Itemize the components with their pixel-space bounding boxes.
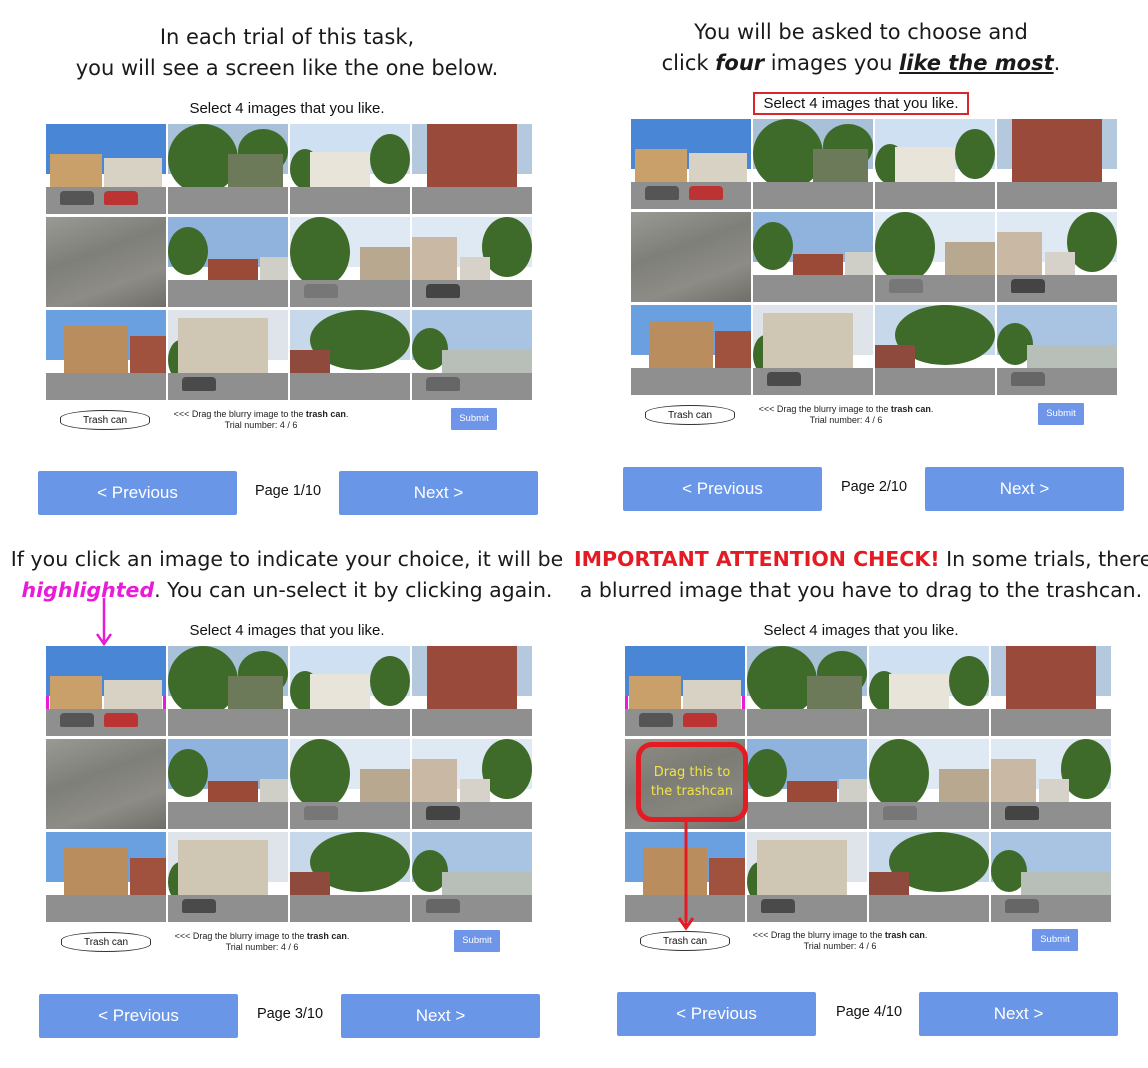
heading-line-2: highlighted. You can un-select it by cli… bbox=[21, 578, 553, 602]
street-image-tile[interactable] bbox=[412, 832, 532, 922]
street-image-tile[interactable] bbox=[747, 832, 867, 922]
emphasis-like-the-most: like the most bbox=[899, 51, 1054, 75]
submit-button[interactable]: Submit bbox=[1032, 929, 1078, 951]
street-image-tile[interactable] bbox=[991, 832, 1111, 922]
image-grid bbox=[46, 124, 532, 400]
street-image-tile[interactable] bbox=[747, 646, 867, 736]
street-image-tile[interactable] bbox=[753, 305, 873, 395]
select-instruction: Select 4 images that you like. bbox=[574, 92, 1148, 115]
heading-line-2: a blurred image that you have to drag to… bbox=[579, 578, 1143, 602]
street-image-tile[interactable] bbox=[997, 305, 1117, 395]
trial-number: Trial number: 4 / 6 bbox=[803, 941, 877, 951]
tutorial-panel-page-1: In each trial of this task, you will see… bbox=[0, 0, 574, 534]
heading-line-1: If you click an image to indicate your c… bbox=[10, 547, 564, 571]
attention-check-label: IMPORTANT ATTENTION CHECK! bbox=[574, 547, 940, 571]
street-image-tile[interactable] bbox=[412, 124, 532, 214]
next-button[interactable]: Next > bbox=[339, 471, 538, 515]
previous-button[interactable]: < Previous bbox=[617, 992, 816, 1036]
street-image-tile[interactable] bbox=[869, 832, 989, 922]
street-image-tile[interactable] bbox=[997, 212, 1117, 302]
street-image-tile[interactable] bbox=[997, 119, 1117, 209]
panel-heading: IMPORTANT ATTENTION CHECK! In some trial… bbox=[574, 544, 1148, 606]
submit-button[interactable]: Submit bbox=[1038, 403, 1084, 425]
select-instruction: Select 4 images that you like. bbox=[763, 622, 959, 639]
blurry-image-tile[interactable] bbox=[46, 739, 166, 829]
submit-button[interactable]: Submit bbox=[454, 930, 500, 952]
drag-hint: <<< Drag the blurry image to the trash c… bbox=[174, 931, 350, 952]
street-image-tile[interactable] bbox=[290, 124, 410, 214]
street-image-tile[interactable] bbox=[46, 832, 166, 922]
panel-heading: In each trial of this task, you will see… bbox=[0, 22, 574, 84]
heading-line-1: In each trial of this task, bbox=[159, 25, 415, 49]
drag-hint: <<< Drag the blurry image to the trash c… bbox=[752, 930, 928, 951]
page-indicator: Page 2/10 bbox=[840, 479, 908, 495]
street-image-tile[interactable] bbox=[747, 739, 867, 829]
street-image-tile[interactable] bbox=[869, 646, 989, 736]
next-button[interactable]: Next > bbox=[925, 467, 1124, 511]
street-image-tile[interactable] bbox=[631, 119, 751, 209]
tutorial-panel-page-4: IMPORTANT ATTENTION CHECK! In some trial… bbox=[574, 534, 1148, 1068]
street-image-tile[interactable] bbox=[168, 217, 288, 307]
street-image-tile[interactable] bbox=[875, 305, 995, 395]
street-image-tile[interactable] bbox=[412, 310, 532, 400]
street-image-tile[interactable] bbox=[875, 119, 995, 209]
street-image-tile[interactable] bbox=[168, 124, 288, 214]
street-image-tile[interactable] bbox=[46, 124, 166, 214]
street-image-tile[interactable] bbox=[290, 832, 410, 922]
street-image-tile[interactable] bbox=[168, 832, 288, 922]
heading-line-2: click four images you like the most. bbox=[661, 51, 1061, 75]
blurry-image-tile[interactable] bbox=[631, 212, 751, 302]
street-image-tile[interactable] bbox=[875, 212, 995, 302]
trial-number: Trial number: 4 / 6 bbox=[809, 415, 883, 425]
street-image-tile[interactable] bbox=[991, 739, 1111, 829]
trial-number: Trial number: 4 / 6 bbox=[225, 942, 299, 952]
street-image-tile[interactable] bbox=[290, 217, 410, 307]
street-image-tile[interactable] bbox=[290, 739, 410, 829]
previous-button[interactable]: < Previous bbox=[38, 471, 237, 515]
drag-callout: Drag this to the trashcan bbox=[636, 742, 748, 822]
trial-number: Trial number: 4 / 6 bbox=[224, 420, 298, 430]
emphasis-four: four bbox=[715, 51, 765, 75]
panel-heading: If you click an image to indicate your c… bbox=[0, 544, 574, 606]
tutorial-panel-page-2: You will be asked to choose and click fo… bbox=[574, 0, 1148, 534]
heading-line-1: You will be asked to choose and bbox=[694, 20, 1028, 44]
page-indicator: Page 4/10 bbox=[835, 1004, 903, 1020]
image-grid bbox=[46, 646, 532, 922]
street-image-tile[interactable] bbox=[631, 305, 751, 395]
street-image-tile[interactable] bbox=[412, 739, 532, 829]
page-indicator: Page 1/10 bbox=[254, 483, 322, 499]
heading-line-2: you will see a screen like the one below… bbox=[75, 56, 499, 80]
street-image-tile[interactable] bbox=[290, 310, 410, 400]
street-image-tile[interactable] bbox=[290, 646, 410, 736]
previous-button[interactable]: < Previous bbox=[623, 467, 822, 511]
street-image-tile[interactable] bbox=[412, 217, 532, 307]
street-image-tile[interactable] bbox=[168, 646, 288, 736]
select-instruction: Select 4 images that you like. bbox=[189, 100, 385, 117]
submit-button[interactable]: Submit bbox=[451, 408, 497, 430]
street-image-tile[interactable] bbox=[625, 646, 745, 736]
page-indicator: Page 3/10 bbox=[256, 1006, 324, 1022]
street-image-tile[interactable] bbox=[753, 119, 873, 209]
street-image-tile[interactable] bbox=[168, 739, 288, 829]
blurry-image-tile[interactable] bbox=[46, 217, 166, 307]
street-image-tile[interactable] bbox=[168, 310, 288, 400]
street-image-tile[interactable] bbox=[753, 212, 873, 302]
image-grid bbox=[631, 119, 1117, 395]
tutorial-panel-page-3: If you click an image to indicate your c… bbox=[0, 534, 574, 1068]
emphasis-highlighted: highlighted bbox=[21, 578, 155, 602]
drag-hint: <<< Drag the blurry image to the trash c… bbox=[758, 404, 934, 425]
street-image-tile[interactable] bbox=[46, 646, 166, 736]
next-button[interactable]: Next > bbox=[341, 994, 540, 1038]
street-image-tile[interactable] bbox=[991, 646, 1111, 736]
drag-hint: <<< Drag the blurry image to the trash c… bbox=[173, 409, 349, 430]
previous-button[interactable]: < Previous bbox=[39, 994, 238, 1038]
street-image-tile[interactable] bbox=[869, 739, 989, 829]
heading-line-1: IMPORTANT ATTENTION CHECK! In some trial… bbox=[574, 547, 1148, 571]
down-arrow-icon bbox=[677, 820, 695, 931]
select-instruction: Select 4 images that you like. bbox=[189, 622, 385, 639]
panel-heading: You will be asked to choose and click fo… bbox=[574, 17, 1148, 79]
street-image-tile[interactable] bbox=[412, 646, 532, 736]
next-button[interactable]: Next > bbox=[919, 992, 1118, 1036]
street-image-tile[interactable] bbox=[46, 310, 166, 400]
